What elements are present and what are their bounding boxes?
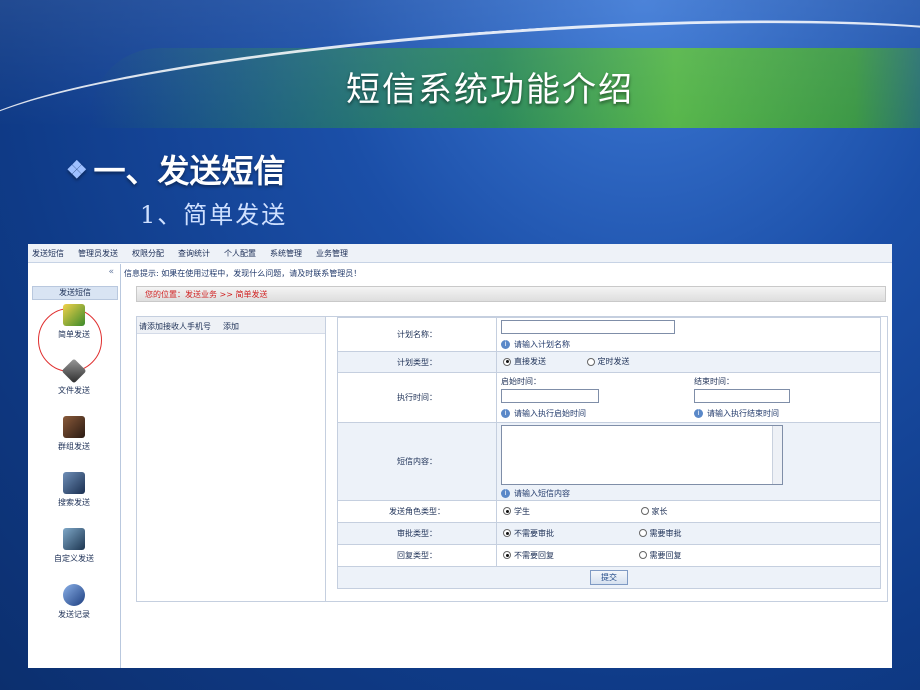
recipient-label: 请添加接收人手机号 <box>139 322 211 331</box>
menu-item-send-sms[interactable]: 发送短信 <box>32 248 64 259</box>
menu-item-business[interactable]: 业务管理 <box>316 248 348 259</box>
end-time-label: 结束时间： <box>694 377 734 386</box>
info-tip: 信息提示: 如果在使用过程中，发现什么问题，请及时联系管理员！ <box>124 269 362 278</box>
radio-student[interactable]: 学生 <box>503 506 530 517</box>
breadcrumb: 您的位置：发送业务 >> 简单发送 <box>136 286 886 302</box>
radio-parent[interactable]: 家长 <box>640 506 668 517</box>
reply-type-label: 回复类型： <box>337 544 497 567</box>
send-record-icon <box>63 584 85 606</box>
plan-name-label: 计划名称： <box>337 317 497 352</box>
main-panel: 信息提示: 如果在使用过程中，发现什么问题，请及时联系管理员！ 您的位置：发送业… <box>122 264 892 668</box>
menu-item-system[interactable]: 系统管理 <box>270 248 302 259</box>
sidebar-item-simple-send[interactable]: 简单发送 <box>30 304 118 340</box>
plan-name-input[interactable] <box>501 319 675 334</box>
sidebar-item-search-send[interactable]: 搜索发送 <box>30 472 118 508</box>
app-screenshot: 发送短信 管理员发送 权限分配 查询统计 个人配置 系统管理 业务管理 « 发送… <box>28 244 892 668</box>
info-icon: i <box>501 488 510 498</box>
plan-type-label: 计划类型： <box>337 351 497 373</box>
radio-direct-send[interactable]: 直接发送 <box>503 356 546 367</box>
search-send-icon <box>63 472 85 494</box>
add-link[interactable]: 添加 <box>223 321 239 332</box>
slide-title: 短信系统功能介绍 <box>346 70 634 110</box>
file-send-icon <box>61 358 87 384</box>
sidebar-item-custom-send[interactable]: 自定义发送 <box>30 528 118 564</box>
radio-no-reply[interactable]: 不需要回复 <box>503 550 554 561</box>
section-heading: ❖ 一、发送短信 <box>66 152 286 190</box>
menu-item-permissions[interactable]: 权限分配 <box>132 248 164 259</box>
sub-heading: 1、简单发送 <box>140 201 288 229</box>
info-icon: i <box>501 339 510 349</box>
sms-content-textarea[interactable] <box>501 424 783 485</box>
sidebar-item-file-send[interactable]: 文件发送 <box>30 358 118 396</box>
start-time-label: 启始时间： <box>501 377 541 386</box>
approve-type-label: 审批类型： <box>337 522 497 545</box>
sidebar-header: 发送短信 <box>32 286 118 300</box>
info-icon: i <box>501 409 510 418</box>
custom-send-icon <box>63 528 85 550</box>
recipient-pane: 请添加接收人手机号 添加 <box>137 317 326 601</box>
send-form: 计划名称： i 请输入计划名称 计划类型： 直接发送 定时发送 执行时间： 启始… <box>337 317 881 589</box>
exec-time-label: 执行时间： <box>337 372 497 423</box>
radio-need-reply[interactable]: 需要回复 <box>638 550 682 561</box>
menu-item-personal[interactable]: 个人配置 <box>224 248 256 259</box>
sidebar-item-send-record[interactable]: 发送记录 <box>30 584 118 620</box>
collapse-icon[interactable]: « <box>108 267 114 277</box>
radio-need-approval[interactable]: 需要审批 <box>638 528 682 539</box>
sidebar: « 发送短信 简单发送 文件发送 群组发送 搜索发送 自定义发送 发送记录 <box>30 264 121 668</box>
form-container: 请添加接收人手机号 添加 计划名称： i 请输入计划名称 计划类型： 直接发送 定… <box>136 316 888 602</box>
start-time-input[interactable] <box>501 389 599 403</box>
role-type-label: 发送角色类型： <box>337 500 497 523</box>
content-label: 短信内容： <box>337 422 497 501</box>
radio-scheduled-send[interactable]: 定时发送 <box>586 356 630 367</box>
top-menu: 发送短信 管理员发送 权限分配 查询统计 个人配置 系统管理 业务管理 <box>28 244 892 263</box>
submit-button[interactable]: 提交 <box>590 570 628 585</box>
bullet-icon: ❖ <box>66 155 88 184</box>
menu-item-admin-send[interactable]: 管理员发送 <box>78 248 118 259</box>
info-icon: i <box>694 409 703 418</box>
group-send-icon <box>63 416 85 438</box>
menu-item-statistics[interactable]: 查询统计 <box>178 248 210 259</box>
end-time-input[interactable] <box>694 389 790 403</box>
radio-no-approval[interactable]: 不需要审批 <box>503 528 554 539</box>
simple-send-icon <box>63 304 85 326</box>
sidebar-item-group-send[interactable]: 群组发送 <box>30 416 118 452</box>
textarea-scrollbar[interactable] <box>772 425 782 484</box>
